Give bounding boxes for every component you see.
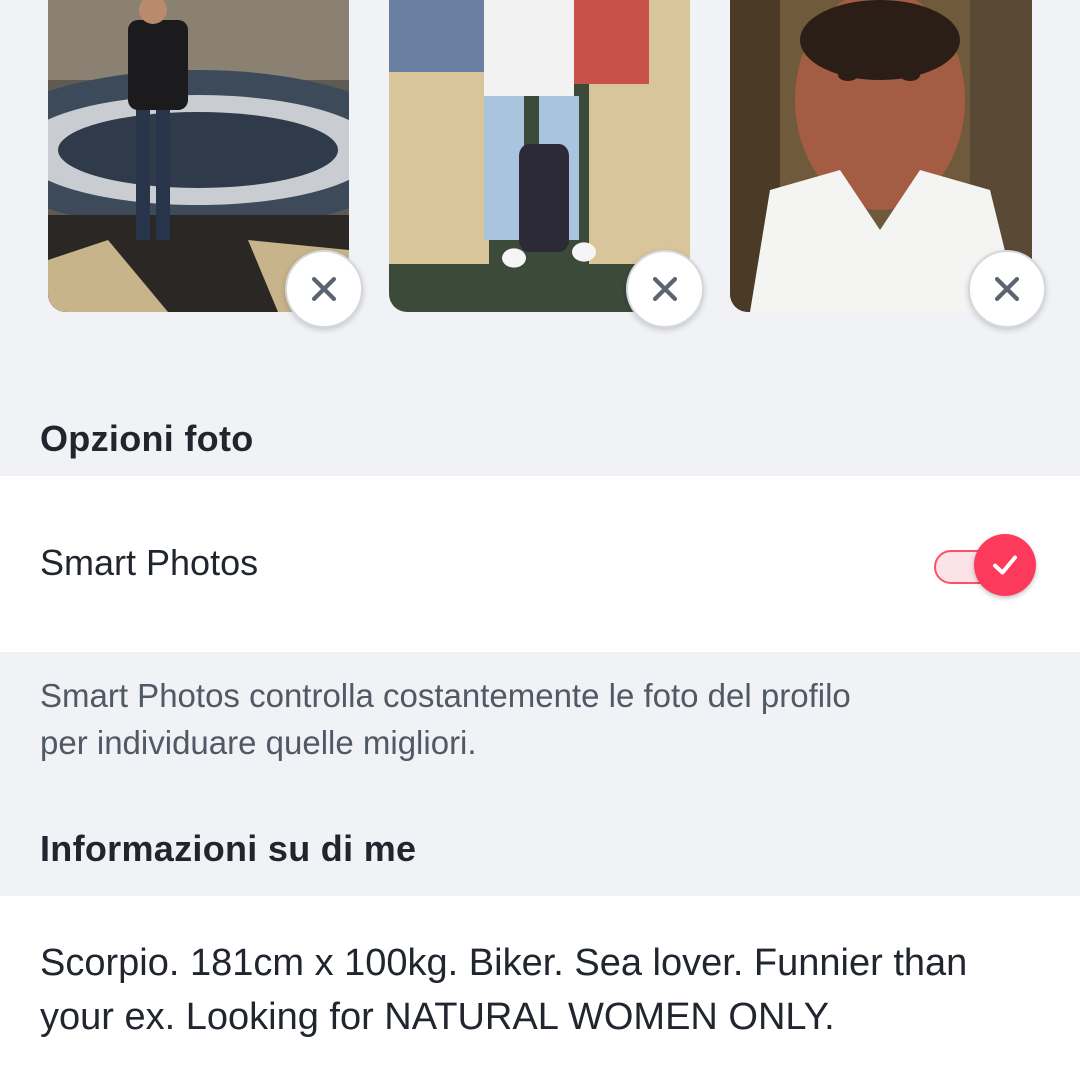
remove-photo-1-button[interactable] — [285, 250, 363, 328]
smart-photos-toggle[interactable] — [934, 534, 1036, 596]
smart-photos-description: Smart Photos controlla costantemente le … — [40, 677, 851, 761]
toggle-knob — [974, 534, 1036, 596]
close-icon — [652, 276, 678, 302]
close-icon — [311, 276, 337, 302]
remove-photo-2-button[interactable] — [626, 250, 704, 328]
smart-photos-row[interactable]: Smart Photos — [0, 476, 1080, 652]
photo-options-title: Opzioni foto — [40, 418, 254, 459]
bio-text: Scorpio. 181cm x 100kg. Biker. Sea lover… — [40, 942, 968, 1038]
photo-grid — [0, 0, 1080, 400]
checkmark-icon — [993, 555, 1017, 575]
remove-photo-3-button[interactable] — [968, 250, 1046, 328]
smart-photos-label: Smart Photos — [40, 542, 259, 583]
close-icon — [994, 276, 1020, 302]
bio-field[interactable]: Scorpio. 181cm x 100kg. Biker. Sea lover… — [0, 896, 1080, 1080]
about-me-title: Informazioni su di me — [40, 828, 417, 869]
